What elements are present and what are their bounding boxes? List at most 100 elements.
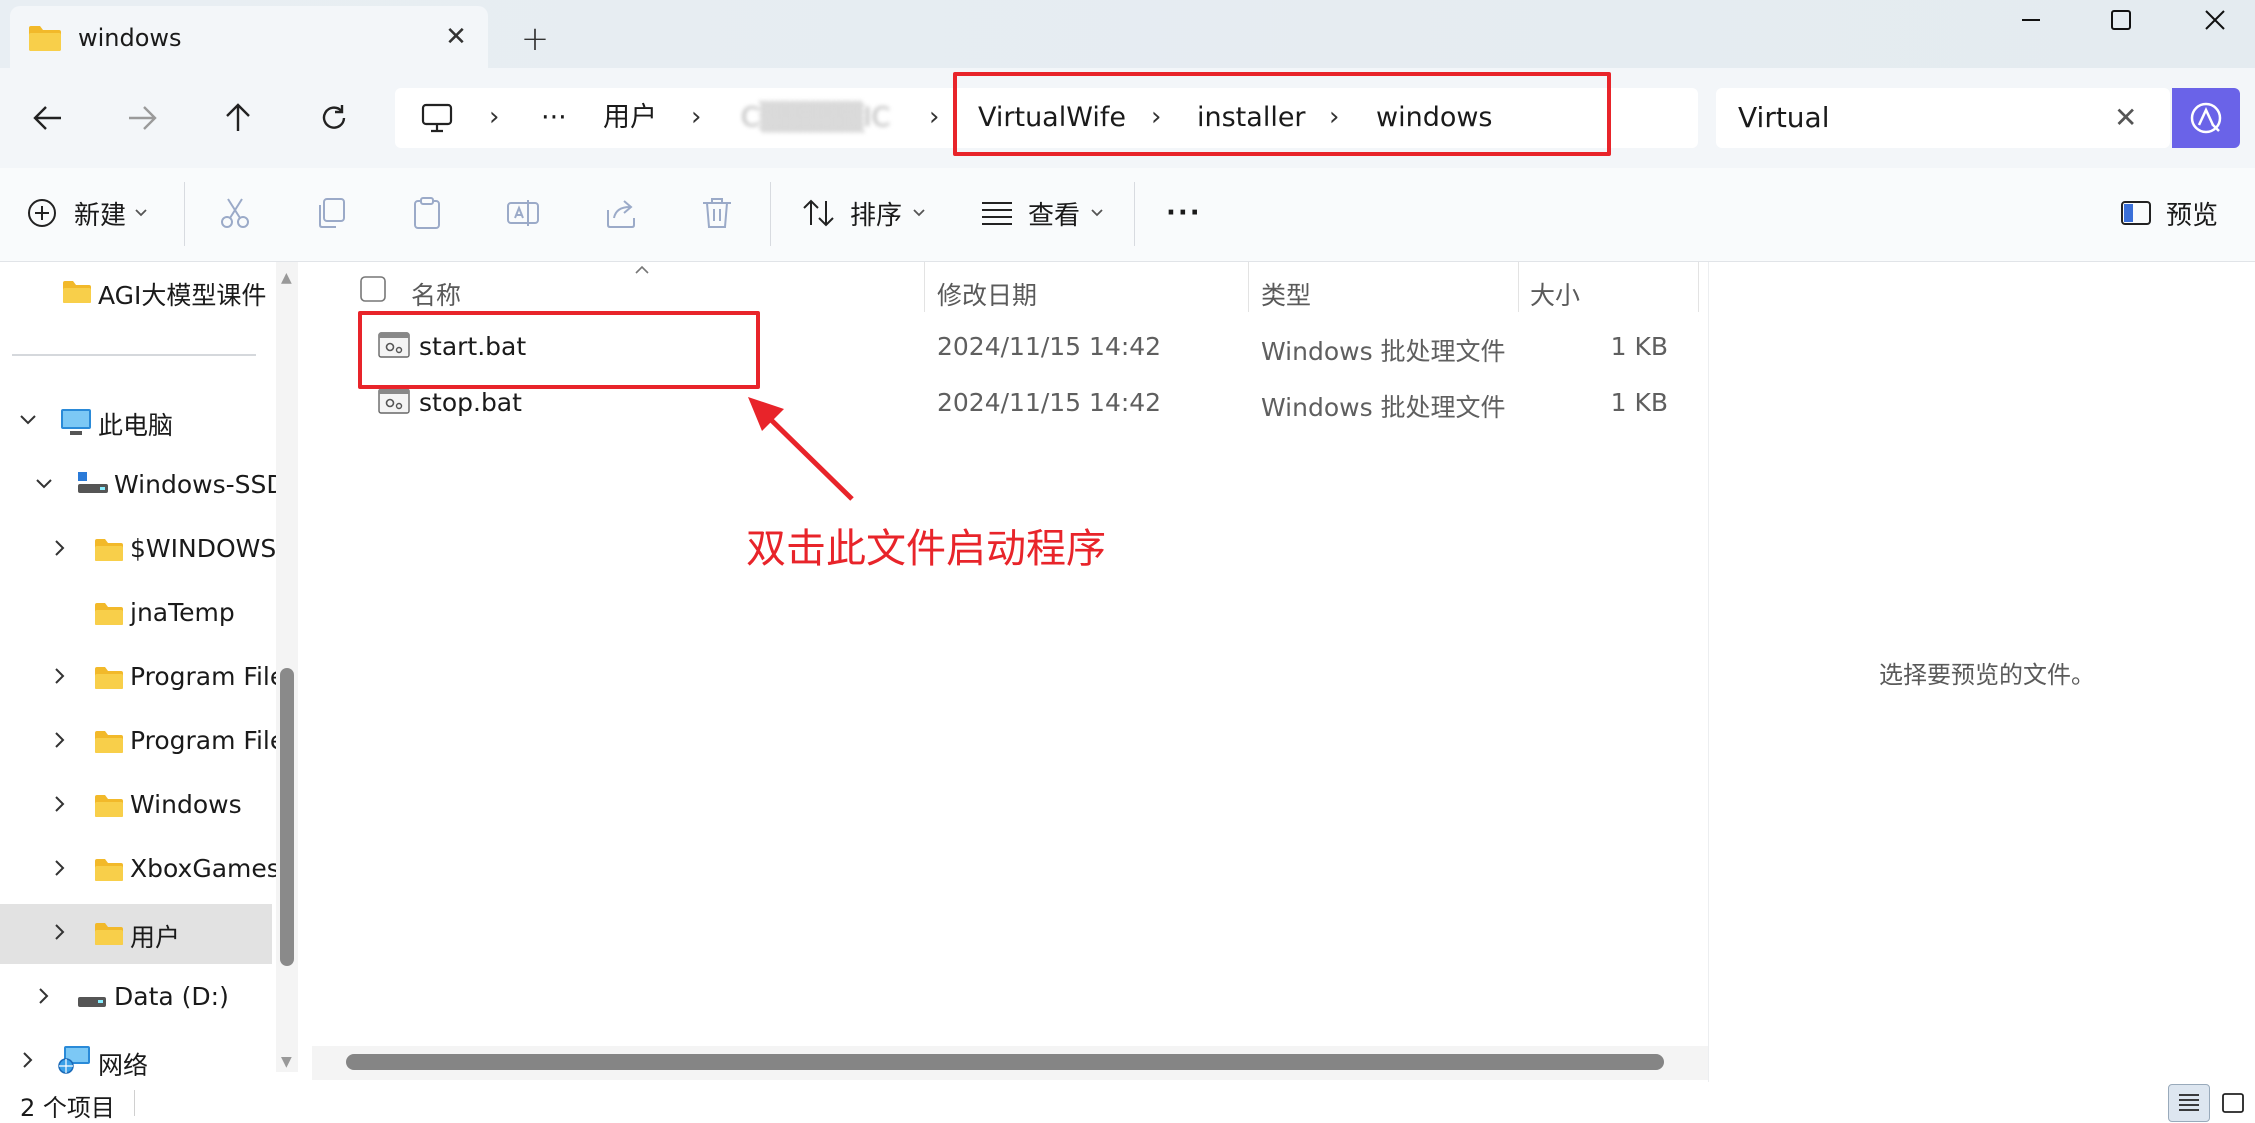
- chevron-down-icon: [36, 479, 52, 489]
- paste-button[interactable]: [410, 188, 444, 238]
- search-icon: [2190, 102, 2222, 134]
- clipboard-icon: [414, 197, 440, 229]
- sort-ascending-icon: [634, 260, 650, 279]
- trash-icon: [703, 198, 731, 228]
- close-tab-button[interactable]: ✕: [428, 14, 484, 60]
- toolbar-divider: [1134, 182, 1135, 246]
- select-all-checkbox[interactable]: [360, 276, 386, 306]
- minimize-button[interactable]: [1984, 0, 2078, 40]
- chevron-down-icon: [1091, 209, 1103, 217]
- rename-button[interactable]: [506, 188, 540, 238]
- sidebar-item-label: jnaTemp: [130, 598, 235, 627]
- sidebar-item-jnatemp[interactable]: jnaTemp: [0, 584, 272, 644]
- folder-icon: [94, 922, 124, 952]
- preview-pane-icon: [2121, 201, 2151, 225]
- scissors-icon: [221, 198, 249, 228]
- scroll-down-icon[interactable]: ▼: [281, 1054, 292, 1070]
- address-highlight-box: [953, 72, 1611, 156]
- item-count: 2 个项目: [20, 1094, 115, 1122]
- more-options-button[interactable]: ···: [1166, 188, 1202, 238]
- new-label: 新建: [74, 200, 127, 231]
- file-modified: 2024/11/15 14:42: [937, 332, 1162, 361]
- annotation-text: 双击此文件启动程序: [746, 526, 1106, 572]
- breadcrumb-overflow[interactable]: ···: [541, 88, 567, 148]
- chevron-right-icon: [55, 540, 65, 556]
- drive-icon: [76, 988, 108, 1017]
- sidebar-item-agi[interactable]: AGI大模型课件: [0, 262, 272, 322]
- sidebar-item-label: XboxGames: [130, 854, 280, 883]
- chevron-right-icon: [39, 988, 49, 1004]
- status-divider: [134, 1090, 135, 1116]
- preview-label: 预览: [2166, 200, 2219, 231]
- chevron-right-icon: [23, 1052, 33, 1068]
- share-button[interactable]: [604, 188, 638, 238]
- sidebar-item-program-files[interactable]: Program File: [0, 648, 285, 708]
- sidebar-item-users[interactable]: 用户: [0, 904, 272, 964]
- sidebar-item-windows[interactable]: Windows: [0, 776, 272, 836]
- sidebar-item-data-drive[interactable]: Data (D:): [0, 968, 272, 1028]
- column-type[interactable]: 类型: [1261, 276, 1311, 312]
- file-size: 1 KB: [1610, 388, 1668, 417]
- breadcrumb-users[interactable]: 用户: [603, 88, 657, 148]
- new-tab-button[interactable]: +: [510, 14, 560, 64]
- search-input[interactable]: Virtual ✕: [1716, 88, 2170, 148]
- column-modified[interactable]: 修改日期: [937, 276, 1037, 312]
- cut-button[interactable]: [218, 188, 252, 238]
- chevron-right-icon: [55, 668, 65, 684]
- computer-icon: [60, 407, 92, 443]
- chevron-down-icon: [913, 209, 925, 217]
- horizontal-scroll-thumb[interactable]: [346, 1054, 1664, 1070]
- sidebar-item-program-files-x86[interactable]: Program File: [0, 712, 285, 772]
- close-window-button[interactable]: [2168, 0, 2255, 40]
- column-divider[interactable]: [1248, 262, 1249, 312]
- tab-windows[interactable]: windows ✕: [10, 6, 488, 68]
- column-size[interactable]: 大小: [1530, 276, 1580, 312]
- sort-icon: [803, 199, 834, 227]
- sidebar-item-network[interactable]: 网络: [0, 1032, 272, 1082]
- maximize-button[interactable]: [2074, 0, 2168, 40]
- column-divider[interactable]: [1518, 262, 1519, 312]
- sidebar-item-windows-bt[interactable]: $WINDOWS: [0, 520, 276, 580]
- arrow-left-icon: [33, 106, 61, 130]
- breadcrumb-user-folder[interactable]: C▒▒▒▒▒IC: [741, 88, 891, 148]
- preview-toggle-button[interactable]: 预览: [2120, 188, 2218, 238]
- forward-button[interactable]: [112, 88, 172, 148]
- sidebar-scroll-thumb[interactable]: [280, 668, 294, 966]
- copy-button[interactable]: [314, 188, 348, 238]
- sidebar-item-this-pc[interactable]: 此电脑: [0, 392, 272, 452]
- refresh-button[interactable]: [304, 88, 364, 148]
- sort-button[interactable]: 排序: [802, 188, 926, 238]
- large-icons-view-button[interactable]: [2212, 1084, 2254, 1122]
- up-button[interactable]: [208, 88, 268, 148]
- clear-search-button[interactable]: ✕: [2114, 88, 2137, 148]
- view-button[interactable]: 查看: [980, 188, 1104, 238]
- sidebar-item-windows-ssd[interactable]: Windows-SSD: [0, 456, 286, 516]
- column-divider[interactable]: [924, 262, 925, 312]
- annotation-arrow: [748, 397, 854, 501]
- toolbar-divider: [184, 182, 185, 246]
- scroll-up-icon[interactable]: ▲: [281, 270, 292, 286]
- delete-button[interactable]: [700, 188, 734, 238]
- chevron-right-icon: [55, 860, 65, 876]
- sidebar-item-label: Program File: [130, 662, 286, 691]
- sidebar-item-label: Program File: [130, 726, 286, 755]
- file-type: Windows 批处理文件: [1261, 393, 1506, 422]
- folder-icon: [62, 280, 92, 310]
- sidebar-item-xboxgames[interactable]: XboxGames: [0, 840, 280, 900]
- search-button[interactable]: [2172, 88, 2240, 148]
- command-bar: 新建 排序 查看 ··· 预览: [0, 168, 2255, 262]
- details-view-button[interactable]: [2168, 1084, 2210, 1122]
- rename-icon: [507, 200, 539, 226]
- chevron-right-icon: [55, 924, 65, 940]
- folder-icon: [94, 666, 124, 696]
- close-icon: [2205, 10, 2225, 30]
- back-button[interactable]: [18, 88, 78, 148]
- copy-icon: [319, 198, 345, 228]
- chevron-right-icon: ›: [489, 102, 500, 132]
- file-size: 1 KB: [1610, 332, 1668, 361]
- column-name[interactable]: 名称: [411, 276, 461, 312]
- new-button[interactable]: 新建: [26, 188, 148, 238]
- plus-circle-icon: [28, 199, 56, 227]
- sidebar-item-label: Windows-SSD: [114, 470, 286, 499]
- column-divider[interactable]: [1698, 262, 1699, 312]
